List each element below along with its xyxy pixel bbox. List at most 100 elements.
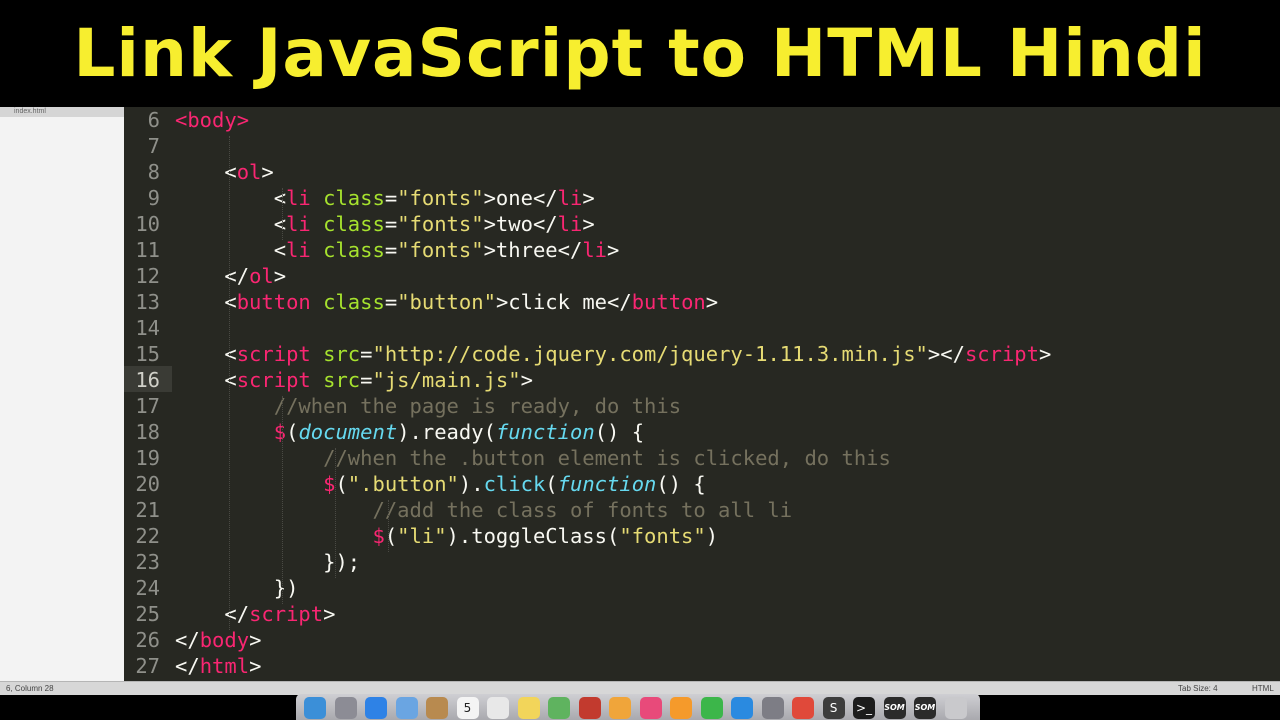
sublime-text-icon[interactable]: S (822, 697, 845, 719)
mail-icon[interactable] (395, 697, 418, 719)
notes-icon[interactable] (517, 697, 540, 719)
indent-guide (229, 136, 230, 630)
code-token: < (273, 186, 287, 210)
line-code: </html> (175, 653, 261, 679)
code-token: src (323, 368, 361, 392)
system-preferences-icon[interactable] (761, 697, 784, 719)
code-line[interactable]: 18 $(document).ready(function() { (124, 419, 1280, 445)
som-app-icon[interactable]: SOM (883, 697, 906, 719)
code-token: button (236, 290, 311, 314)
code-token: class (323, 186, 385, 210)
code-token: < (175, 108, 188, 132)
code-token: script (964, 342, 1039, 366)
line-code: </ol> (175, 263, 286, 289)
facetime-icon[interactable] (700, 697, 723, 719)
line-number: 14 (135, 316, 160, 340)
launchpad-icon[interactable] (334, 697, 357, 719)
terminal-icon[interactable]: >_ (853, 697, 875, 719)
code-line[interactable]: 10 <li class="fonts">two</li> (124, 211, 1280, 237)
code-editor[interactable]: index.html 6 <body> 7 8 <ol> 9 <li class="fo… (0, 107, 1280, 681)
finder-icon[interactable] (304, 697, 326, 719)
code-token: function (557, 472, 657, 496)
contacts-icon[interactable] (426, 697, 448, 719)
code-token: script (236, 342, 311, 366)
code-line[interactable]: 8 <ol> (124, 159, 1280, 185)
code-line[interactable]: 12 </ol> (124, 263, 1280, 289)
line-code: <ol> (175, 159, 273, 185)
line-number: 11 (135, 238, 160, 262)
trash-icon[interactable] (944, 697, 967, 719)
code-token: >one</ (483, 186, 558, 210)
code-line[interactable]: 25 </script> (124, 601, 1280, 627)
line-number: 23 (135, 550, 160, 574)
maps-icon[interactable] (548, 697, 570, 719)
itunes-icon[interactable] (639, 697, 662, 719)
app-store-icon[interactable] (731, 697, 753, 719)
code-token: > (249, 628, 262, 652)
safari-icon[interactable] (365, 697, 387, 719)
code-line[interactable]: 19 //when the .button element is clicked… (124, 445, 1280, 471)
code-line[interactable]: 11 <li class="fonts">three</li> (124, 237, 1280, 263)
chrome-icon[interactable] (792, 697, 814, 719)
code-line[interactable]: 20 $(".button").click(function() { (124, 471, 1280, 497)
tab-size-selector[interactable]: Tab Size: 4 (1178, 682, 1218, 695)
code-token: ). (397, 420, 422, 444)
code-token: li (582, 238, 608, 262)
code-line[interactable]: 21 //add the class of fonts to all li (124, 497, 1280, 523)
code-token: class (323, 290, 385, 314)
code-line[interactable]: 27 </html> (124, 653, 1280, 679)
file-sidebar[interactable]: index.html (0, 107, 125, 681)
syntax-selector[interactable]: HTML (1252, 682, 1274, 695)
code-line[interactable]: 15 <script src="http://code.jquery.com/j… (124, 341, 1280, 367)
code-token: = (384, 212, 398, 236)
code-line[interactable]: 16 <script src="js/main.js"> (124, 367, 1280, 393)
code-line[interactable]: 14 (124, 315, 1280, 341)
code-token: < (224, 290, 237, 314)
code-token: = (384, 290, 398, 314)
line-number: 6 (147, 108, 160, 132)
code-line[interactable]: 6 <body> (124, 107, 1280, 133)
photos-icon[interactable] (609, 697, 631, 719)
photo-booth-icon[interactable] (578, 697, 601, 719)
calendar-icon[interactable]: 5 (456, 697, 479, 719)
code-token: < (273, 238, 287, 262)
code-line[interactable]: 26 </body> (124, 627, 1280, 653)
code-token: "li" (397, 524, 447, 548)
code-token: ></ (927, 342, 965, 366)
som-app-2-icon[interactable]: SOM (914, 697, 936, 719)
code-line[interactable]: 23 }); (124, 549, 1280, 575)
code-token: $ (323, 472, 336, 496)
code-line[interactable]: 7 (124, 133, 1280, 159)
code-line[interactable]: 22 $("li").toggleClass("fonts") (124, 523, 1280, 549)
code-token: document (298, 420, 398, 444)
code-token: $ (273, 420, 287, 444)
reminders-icon[interactable] (487, 697, 509, 719)
code-token: < (273, 212, 287, 236)
code-line[interactable]: 24 }) (124, 575, 1280, 601)
code-line[interactable]: 17 //when the page is ready, do this (124, 393, 1280, 419)
line-code: <li class="fonts">one</li> (175, 185, 595, 211)
open-file-tab[interactable]: index.html (0, 107, 124, 117)
code-token: >click me</ (495, 290, 632, 314)
line-code: <li class="fonts">three</li> (175, 237, 620, 263)
code-line[interactable]: 13 <button class="button">click me</butt… (124, 289, 1280, 315)
code-line[interactable]: 9 <li class="fonts">one</li> (124, 185, 1280, 211)
video-title-banner: Link JavaScript to HTML Hindi (0, 0, 1280, 107)
ibooks-icon[interactable] (670, 697, 692, 719)
line-number: 13 (135, 290, 160, 314)
